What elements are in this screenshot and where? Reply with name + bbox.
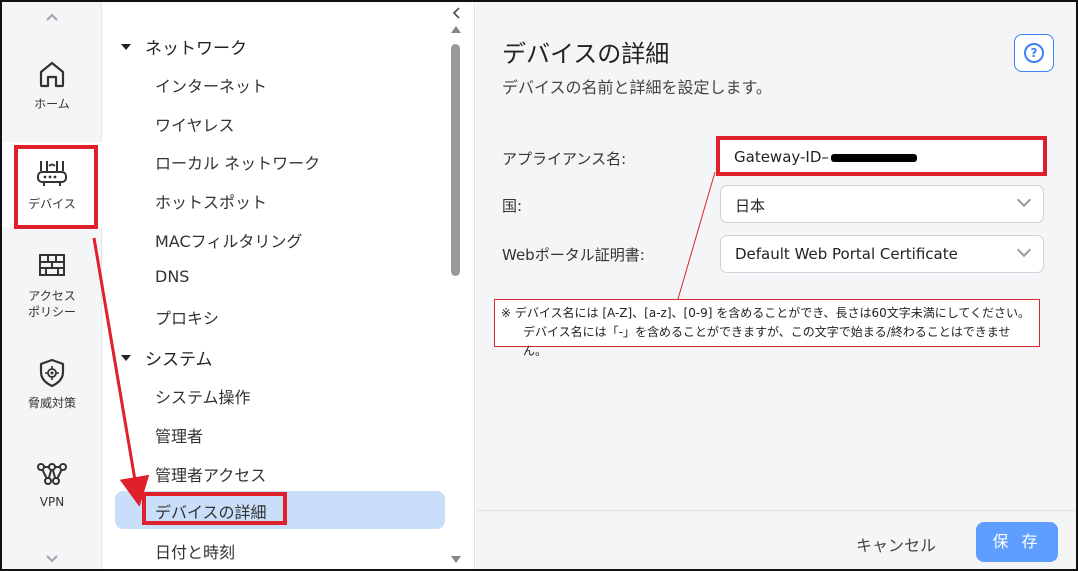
help-button[interactable]: ?: [1014, 34, 1054, 72]
tree-item-local-network[interactable]: ローカル ネットワーク: [155, 150, 320, 174]
appliance-name-value: Gateway-ID–: [734, 148, 829, 166]
chevron-down-icon: [1016, 242, 1032, 258]
cert-value: Default Web Portal Certificate: [735, 245, 958, 263]
collapse-panel-icon[interactable]: [451, 6, 461, 20]
tree-item-system-operation[interactable]: システム操作: [155, 384, 251, 408]
cert-select[interactable]: Default Web Portal Certificate: [720, 235, 1044, 273]
cert-label: Webポータル証明書:: [502, 246, 645, 264]
shield-icon: [39, 358, 65, 388]
caret-down-icon: [121, 43, 131, 50]
settings-tree: ネットワーク インターネット ワイヤレス ローカル ネットワーク ホットスポット…: [103, 2, 475, 569]
caret-down-icon: [121, 354, 131, 361]
note-line-1: ※ デバイス名には [A-Z]、[a-z]、[0-9] を含めることができ、長さ…: [501, 306, 1031, 320]
tree-item-admin[interactable]: 管理者: [155, 423, 203, 447]
tree-item-date-time[interactable]: 日付と時刻: [155, 539, 235, 563]
tree-group-system[interactable]: システム: [121, 345, 213, 370]
page-subtitle: デバイスの名前と詳細を設定します。: [502, 78, 772, 97]
country-value: 日本: [735, 197, 766, 215]
tree-item-mac-filtering[interactable]: MACフィルタリング: [155, 228, 302, 252]
page-title: デバイスの詳細: [502, 40, 670, 68]
rail-label-vpn: VPN: [39, 495, 65, 509]
tree-group-network[interactable]: ネットワーク: [121, 34, 247, 59]
help-icon: ?: [1024, 43, 1044, 63]
rail-item-home[interactable]: ホーム: [2, 58, 102, 118]
network-nodes-icon: [37, 463, 67, 485]
app-window: ホーム デバイス アクセス ポリシー 脅威対策 VPN ネットワーク インターネ…: [0, 0, 1078, 571]
tree-item-proxy[interactable]: プロキシ: [155, 305, 219, 329]
country-select[interactable]: 日本: [720, 185, 1044, 223]
tree-item-internet[interactable]: インターネット: [155, 73, 267, 97]
annotation-note: ※ デバイス名には [A-Z]、[a-z]、[0-9] を含めることができ、長さ…: [494, 299, 1040, 358]
note-line-2: デバイス名には「-」を含めることができますが、この文字で始まる/終わることはでき…: [523, 325, 1011, 358]
chevron-up-icon[interactable]: [45, 10, 59, 24]
redaction-mark: [830, 153, 917, 162]
save-button[interactable]: 保 存: [976, 522, 1058, 562]
home-icon: [39, 61, 65, 88]
details-panel: デバイスの詳細 デバイスの名前と詳細を設定します。 ? アプライアンス名: Ga…: [476, 2, 1076, 569]
rail-label-access-policy: アクセス ポリシー: [27, 289, 76, 319]
chevron-down-icon: [1016, 192, 1032, 208]
cancel-button[interactable]: キャンセル: [856, 532, 936, 556]
rail-label-home: ホーム: [34, 97, 70, 111]
firewall-icon: [39, 254, 65, 276]
scroll-down-arrow-icon[interactable]: [451, 556, 461, 563]
rail-item-threat[interactable]: 脅威対策: [2, 357, 102, 417]
country-label: 国:: [502, 197, 523, 215]
footer-divider: [476, 510, 1076, 511]
annotation-box-device-details: [142, 492, 287, 525]
chevron-down-icon[interactable]: [45, 552, 59, 566]
appliance-name-label: アプライアンス名:: [502, 150, 627, 168]
tree-item-wireless[interactable]: ワイヤレス: [155, 112, 235, 136]
rail-item-access-policy[interactable]: アクセス ポリシー: [2, 252, 102, 327]
tree-scrollbar[interactable]: [449, 26, 461, 563]
appliance-name-input[interactable]: Gateway-ID–: [716, 136, 1047, 176]
scrollbar-thumb[interactable]: [451, 44, 460, 276]
annotation-box-device: [14, 145, 98, 229]
tree-item-hotspot[interactable]: ホットスポット: [155, 189, 267, 213]
nav-rail: ホーム デバイス アクセス ポリシー 脅威対策 VPN: [2, 2, 102, 569]
tree-item-admin-access[interactable]: 管理者アクセス: [155, 462, 266, 486]
rail-item-vpn[interactable]: VPN: [2, 460, 102, 520]
rail-label-threat: 脅威対策: [27, 396, 76, 410]
tree-item-dns[interactable]: DNS: [155, 267, 189, 286]
scroll-up-arrow-icon[interactable]: [451, 26, 461, 33]
